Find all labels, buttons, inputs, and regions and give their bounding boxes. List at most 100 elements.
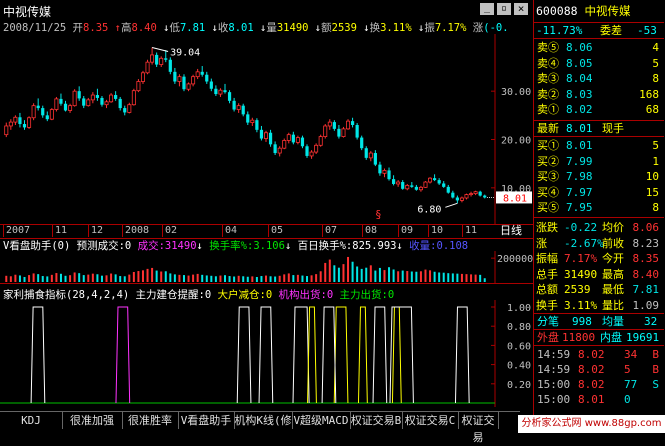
sell-order-row[interactable]: 卖③ 8.04 8	[534, 71, 663, 86]
buy-order-row[interactable]: 买③ 7.98 10	[534, 169, 663, 184]
buy-order-row[interactable]: 买④ 7.97 15	[534, 185, 663, 200]
candle-body	[442, 183, 446, 187]
buy-order-row[interactable]: 买⑤ 7.95 8	[534, 200, 663, 215]
volume-bar	[397, 271, 400, 282]
indicator-signal-line4	[258, 306, 274, 404]
volume-bar	[228, 276, 231, 282]
candle-body	[218, 89, 223, 95]
sell-order-volume: 168	[639, 87, 659, 101]
sell-order-row[interactable]: 卖① 8.02 68	[534, 102, 663, 117]
buy-order-volume: 8	[652, 201, 659, 215]
candle-body	[286, 134, 291, 141]
candle-body	[182, 76, 186, 90]
volume-bar	[424, 269, 427, 282]
volume-panel-hundred-day: 百日换手%:825.993	[297, 240, 397, 251]
volume-bar	[23, 276, 26, 282]
volume-bar	[164, 271, 167, 282]
volume-bar	[438, 272, 441, 282]
volume-bar	[141, 270, 144, 282]
candle-body	[205, 74, 209, 82]
tick-time: 14:59	[537, 348, 571, 361]
tick-side: S	[652, 378, 659, 391]
section-marker-icon: §	[375, 208, 382, 221]
candle-body	[159, 57, 164, 65]
sell-order-row[interactable]: 卖④ 8.05 5	[534, 56, 663, 71]
restore-button[interactable]: ▫	[497, 3, 511, 15]
buy-order-price: 7.98	[566, 170, 593, 184]
date-axis-label: 02	[162, 225, 177, 237]
tick-volume: 5	[624, 363, 631, 376]
candle-body	[277, 147, 282, 154]
candle-body	[387, 170, 391, 180]
volume-bar	[347, 256, 350, 282]
volume-bar	[59, 273, 62, 282]
candle-body	[373, 153, 377, 165]
sell-order-row[interactable]: 卖② 8.03 168	[534, 87, 663, 102]
indicator-chart[interactable]: 1.00 0.80 0.60 0.40 0.20	[0, 300, 533, 407]
volume-bar	[392, 269, 395, 282]
sell-order-label: 卖④	[537, 56, 559, 70]
buy-order-volume: 1	[652, 154, 659, 168]
tab-6[interactable]: 权证交易B	[350, 412, 403, 429]
candle-body	[41, 108, 45, 116]
stat-row: 涨 -2.67% 前收 8.23	[534, 236, 663, 251]
price-chart[interactable]: 30.0020.0010.0039.046.80§8.01	[0, 34, 533, 224]
buy-order-row[interactable]: 买① 8.01 5	[534, 138, 663, 153]
volume-bar	[28, 275, 31, 282]
tab-5[interactable]: V超级MACD	[292, 412, 351, 429]
date-axis-label: 08	[362, 225, 377, 237]
volume-bar	[374, 270, 377, 282]
candle-body	[405, 185, 410, 190]
indicator-panel-header: 家利捕食指标(28,4,2,4) 主力建仓提醒:0 大户减仓:0 机构出货:0 …	[3, 287, 533, 300]
candle-body	[150, 54, 155, 63]
candle-body	[232, 100, 236, 110]
volume-bar	[78, 273, 81, 282]
tab-0[interactable]: KDJ	[0, 412, 63, 429]
candle-body	[391, 179, 396, 184]
candle-body	[350, 121, 355, 125]
volume-bar	[479, 274, 482, 282]
candle-body	[295, 137, 300, 143]
tick-time: 14:59	[537, 363, 571, 376]
sell-order-row[interactable]: 卖⑤ 8.06 4	[534, 40, 663, 55]
neipan-label: 内盘	[600, 331, 622, 344]
volume-bar	[278, 275, 281, 282]
volume-bar	[460, 273, 463, 282]
tab-1[interactable]: 很准加强	[62, 412, 123, 429]
open-label: 开	[72, 22, 84, 34]
tab-7[interactable]: 权证交易C	[402, 412, 459, 429]
watermark: 分析家公式网 www.88gp.com	[518, 415, 665, 433]
candle-body	[273, 144, 277, 154]
tab-2[interactable]: 很准胜率	[122, 412, 179, 429]
volume-bar	[269, 276, 272, 282]
tab-4[interactable]: 机构K线(修	[234, 412, 293, 429]
buy-order-row[interactable]: 买② 7.99 1	[534, 154, 663, 169]
candle-body	[259, 129, 264, 139]
volume-bar	[192, 274, 195, 282]
volume-chart[interactable]: 200000	[0, 251, 533, 284]
candle-body	[209, 81, 213, 89]
volume-bar	[470, 274, 473, 282]
tick-volume: 34	[624, 348, 638, 361]
close-button[interactable]: ×	[514, 3, 528, 15]
latest-label: 最新	[537, 122, 559, 135]
volume-bar	[119, 276, 122, 282]
indicator-signal-line4	[292, 306, 310, 404]
minimize-button[interactable]: _	[480, 3, 494, 15]
candle-body	[327, 121, 332, 127]
candle-body	[437, 180, 441, 184]
candle-body	[368, 152, 373, 159]
candle-body	[136, 81, 141, 92]
date-axis-label: 09	[398, 225, 413, 237]
stat-label: 总手	[536, 267, 558, 281]
volume-bar	[283, 274, 286, 282]
candle-body	[255, 120, 259, 130]
stat-value: 8.23	[632, 236, 660, 250]
volume-bar	[151, 267, 154, 282]
volume-bar	[132, 271, 135, 282]
tab-3[interactable]: V看盘助手	[178, 412, 235, 429]
date-axis-label: 04	[222, 225, 237, 237]
tab-8[interactable]: 权证交易	[458, 412, 499, 444]
volume-bar	[260, 276, 263, 282]
low-value: 7.81	[179, 22, 206, 34]
